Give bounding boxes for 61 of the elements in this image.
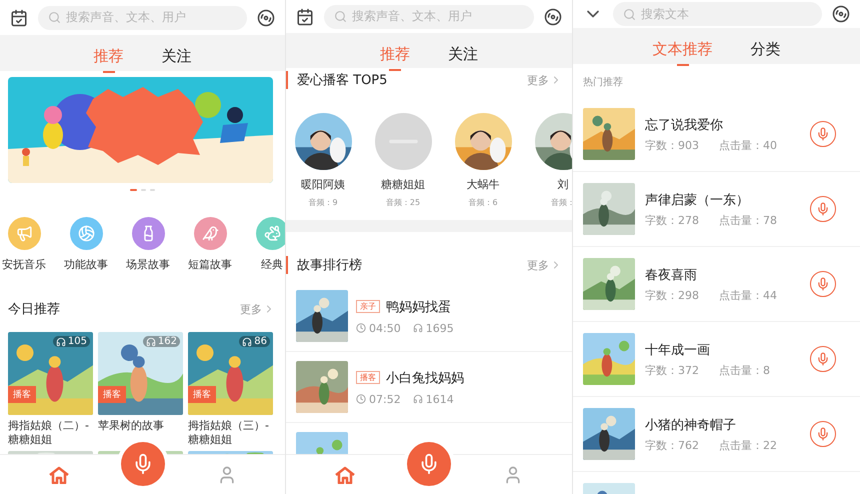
word-count: 字数：372: [645, 362, 699, 378]
play-count: 86: [254, 336, 267, 347]
category-label[interactable]: 安抚音乐: [2, 257, 46, 272]
click-count: 点击量：8: [719, 362, 770, 378]
click-count: 点击量：78: [719, 212, 777, 228]
click-count: 点击量：44: [719, 288, 777, 302]
story-card[interactable]: 86 播客: [188, 332, 273, 415]
story-title[interactable]: 苹果树的故事: [98, 419, 183, 433]
tag: 播客: [356, 371, 380, 384]
text-title: 小猪的神奇帽子: [645, 416, 737, 434]
category-label[interactable]: 短篇故事: [188, 257, 232, 272]
category-label[interactable]: 功能故事: [64, 257, 108, 272]
duration: 04:50: [369, 322, 401, 334]
audio-count: 音频：9: [308, 197, 338, 208]
duration: 07:52: [369, 392, 401, 406]
click-count: 点击量：22: [719, 438, 777, 452]
text-row[interactable]: 小猪的神奇帽子 字数：762 点击量：22: [573, 397, 860, 472]
story-title[interactable]: 拇指姑娘（二）-糖糖姐姐: [8, 419, 93, 447]
story-title[interactable]: 拇指姑娘（三）-糖糖姐姐: [188, 419, 273, 447]
text-title: 春夜喜雨: [645, 266, 698, 284]
play-count: 162: [158, 336, 177, 347]
tab[interactable]: 关注: [446, 36, 480, 72]
podcaster-name[interactable]: 大蜗牛: [466, 177, 500, 192]
story-row[interactable]: 播客 小白兔找妈妈 07:52 1614: [286, 352, 572, 423]
play-count: 1614: [426, 392, 454, 406]
section-title: 爱心播客 TOP5: [297, 72, 388, 90]
story-title: 小白兔找妈妈: [386, 370, 464, 386]
section-title: 今日推荐: [8, 301, 60, 318]
tag: 亲子: [356, 300, 380, 313]
text-row[interactable]: 春夜喜雨 字数：298 点击量：44: [573, 247, 860, 322]
audio-count: 音频：6: [468, 197, 498, 208]
badge: 播客: [8, 386, 36, 403]
podcaster-name[interactable]: 暖阳阿姨: [301, 177, 345, 192]
text-row[interactable]: 十年成一画 字数：372 点击量：8: [573, 322, 860, 397]
word-count: 字数：278: [645, 212, 699, 228]
tab[interactable]: 分类: [748, 31, 782, 67]
section-label: 热门推荐: [582, 76, 624, 90]
podcaster-name[interactable]: 糖糖姐姐: [381, 177, 425, 192]
audio-count: 音频：: [551, 197, 572, 208]
play-count: 1695: [426, 322, 454, 334]
text-title: 忘了说我爱你: [645, 116, 724, 134]
badge: 播客: [98, 386, 126, 403]
text-row[interactable]: 声律启蒙（一东） 字数：278 点击量：78: [573, 172, 860, 247]
word-count: 字数：903: [645, 138, 699, 152]
click-count: 点击量：40: [719, 138, 777, 152]
text-row[interactable]: 忘了说我爱你 字数：903 点击量：40: [573, 97, 860, 172]
audio-count: 音频：25: [386, 197, 420, 208]
text-title: 声律启蒙（一东）: [645, 192, 750, 208]
section-title: 故事排行榜: [297, 257, 362, 274]
word-count: 字数：762: [645, 438, 699, 452]
story-row[interactable]: 亲子 鸭妈妈找蛋 04:50 1695: [286, 281, 572, 352]
story-card[interactable]: 105 播客: [8, 332, 93, 415]
story-title: 鸭妈妈找蛋: [386, 298, 451, 316]
category-label[interactable]: 场景故事: [126, 257, 170, 272]
podcaster-name[interactable]: 刘: [558, 177, 568, 192]
play-count: 105: [68, 336, 87, 347]
word-count: 字数：298: [645, 288, 699, 302]
text-title: 十年成一画: [645, 342, 711, 358]
badge: 播客: [188, 386, 216, 403]
tab[interactable]: 关注: [160, 38, 194, 74]
category-label[interactable]: 经典: [261, 257, 283, 272]
